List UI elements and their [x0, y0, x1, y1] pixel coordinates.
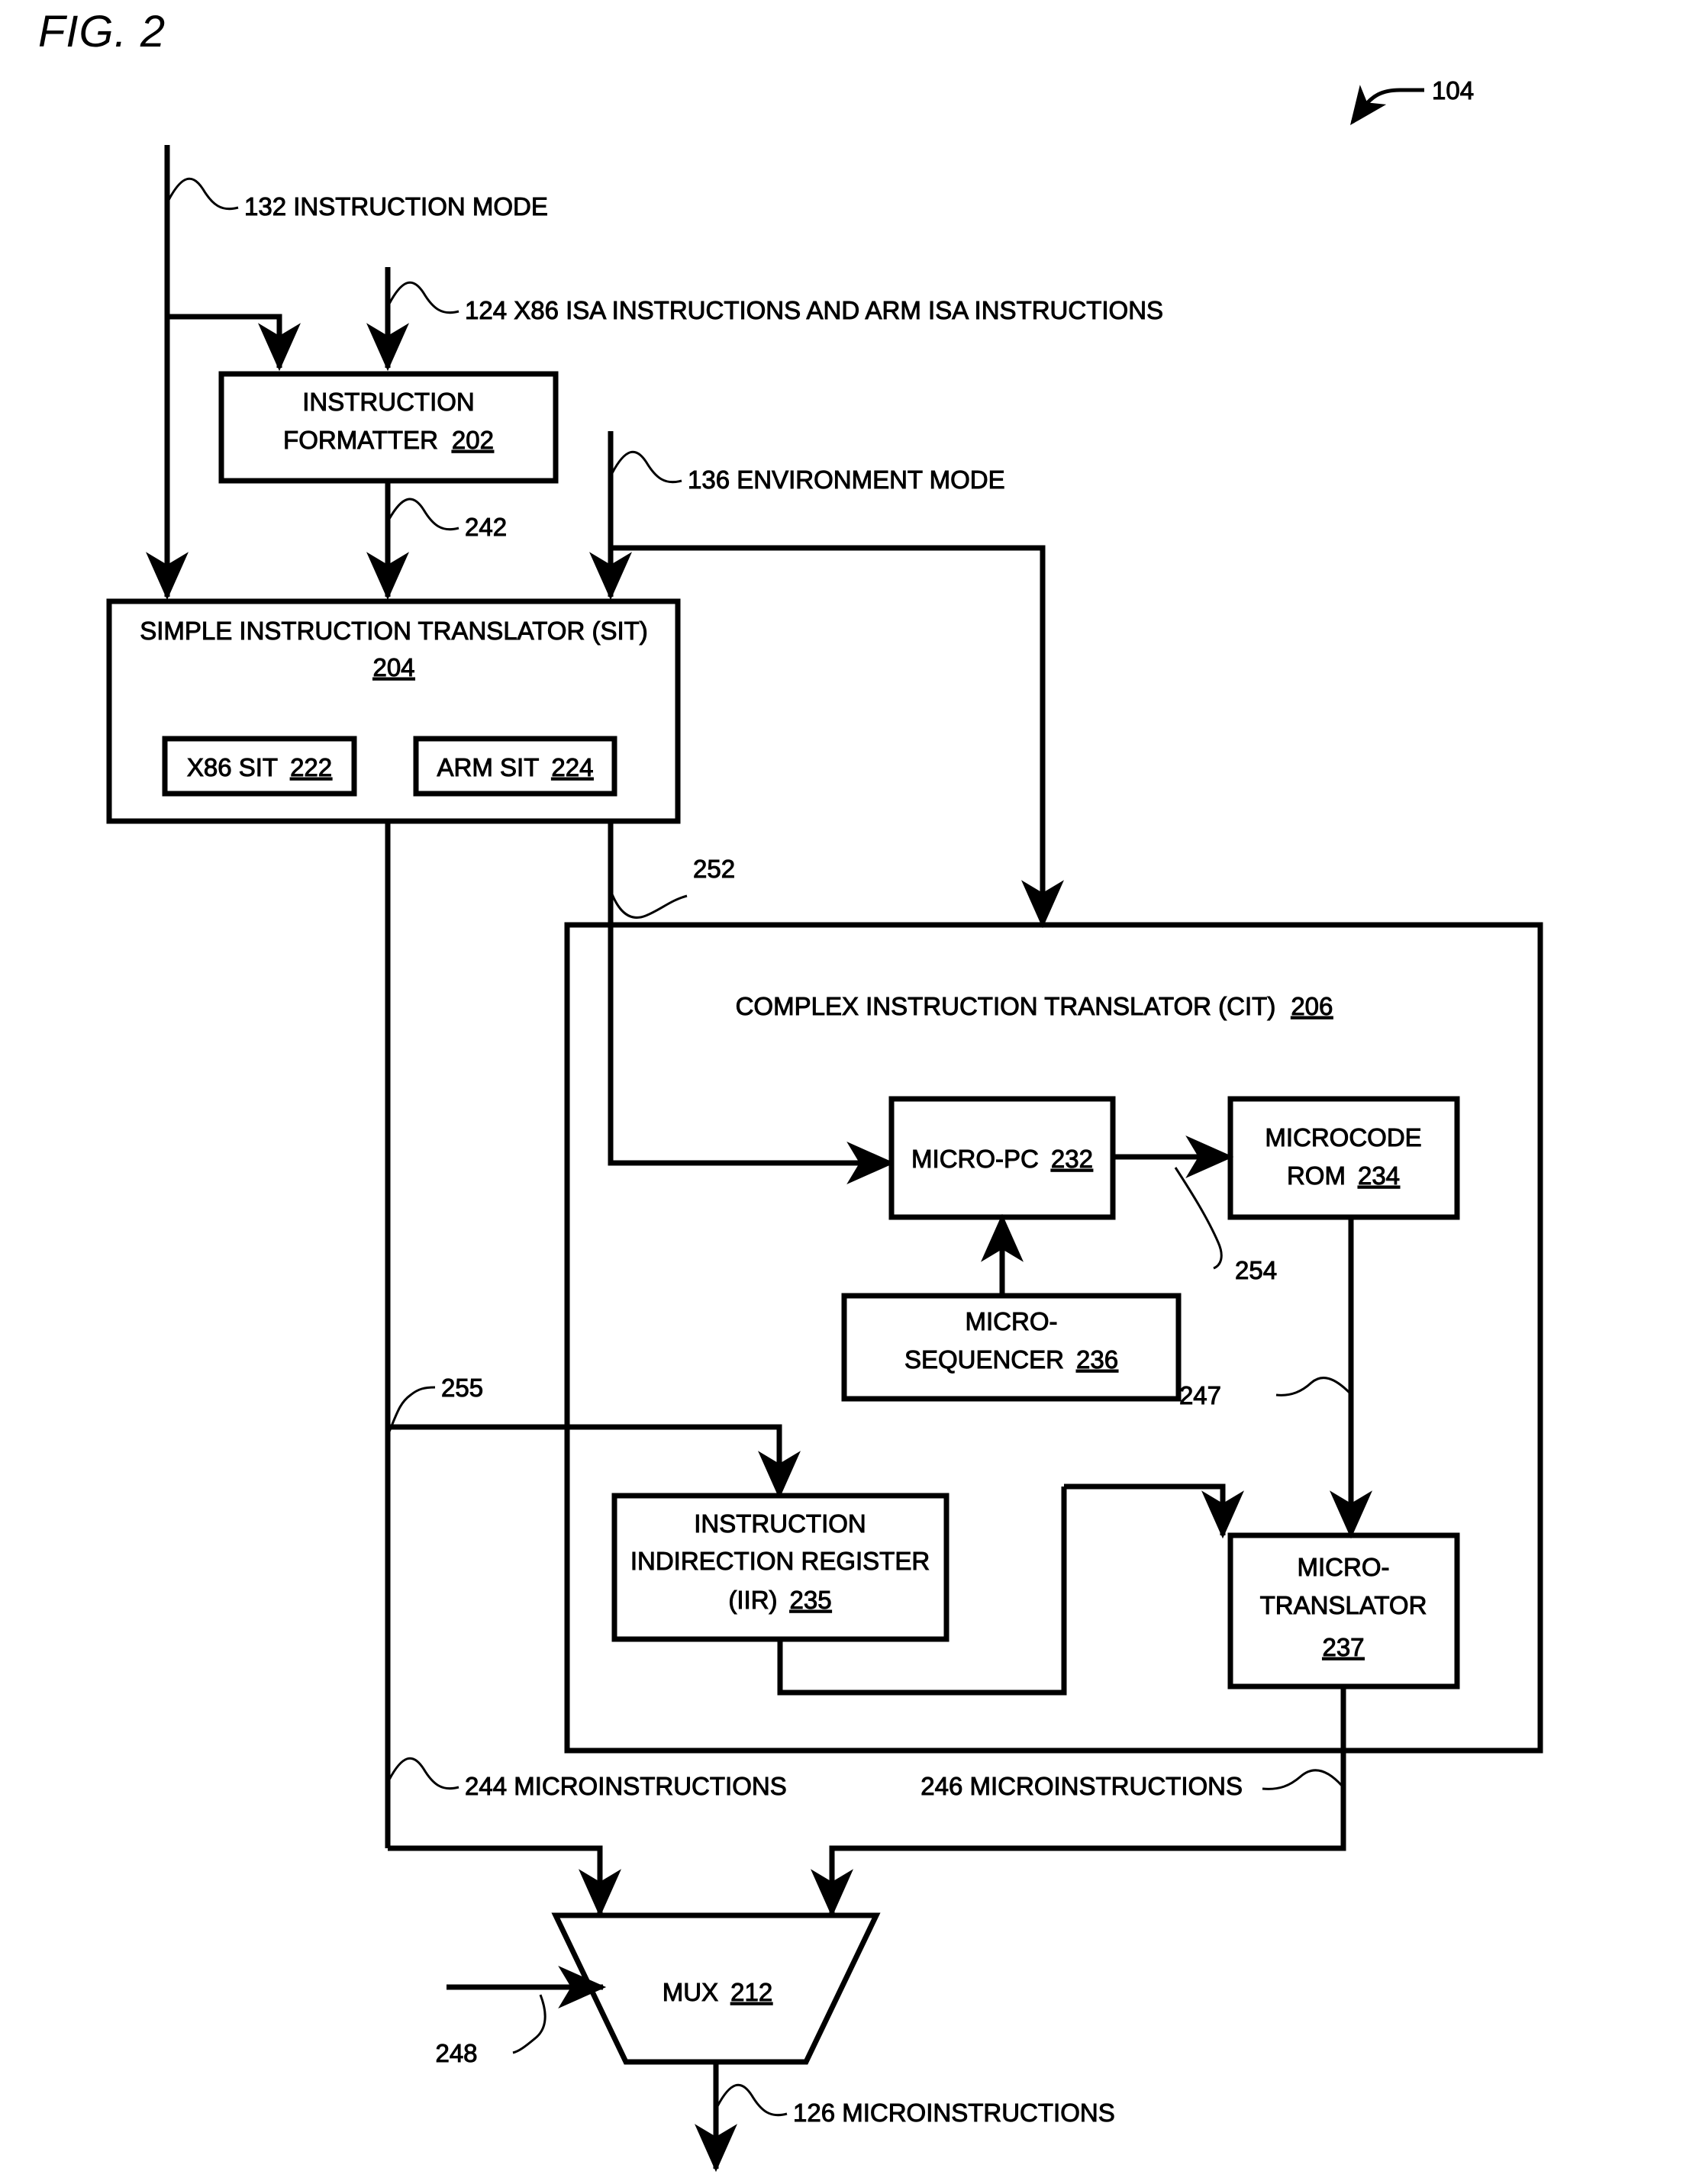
arm-sit-label: ARM SIT 224 — [437, 753, 594, 781]
signal-248: 248 — [435, 1966, 607, 2068]
microcode-rom-line1: MICROCODE — [1265, 1123, 1421, 1152]
iir-line2: INDIRECTION REGISTER — [630, 1547, 930, 1575]
block-micro-pc[interactable]: MICRO-PC 232 — [888, 1096, 1116, 1220]
instruction-formatter-line2: FORMATTER 202 — [283, 426, 494, 454]
cit-title: COMPLEX INSTRUCTION TRANSLATOR (CIT) 206 — [736, 992, 1333, 1020]
patent-figure-2: 104 132 INSTRUCTION MODE 124 X86 ISA INS… — [106, 76, 1543, 2173]
micro-translator-line1: MICRO- — [1298, 1553, 1390, 1581]
instruction-formatter-line1: INSTRUCTION — [302, 388, 475, 416]
isa-instructions-signal: 124 X86 ISA INSTRUCTIONS AND ARM ISA INS… — [366, 267, 1164, 372]
microcode-rom-line2: ROM 234 — [1287, 1161, 1400, 1190]
signal-255-label: 255 — [441, 1374, 483, 1402]
block-x86-sit[interactable]: X86 SIT 222 — [162, 736, 357, 797]
micro-translator-ref: 237 — [1322, 1633, 1364, 1661]
block-instruction-indirection-register[interactable]: INSTRUCTION INDIRECTION REGISTER (IIR) 23… — [611, 1493, 950, 1642]
block-simple-instruction-translator[interactable]: SIMPLE INSTRUCTION TRANSLATOR (SIT) 204 … — [106, 598, 681, 824]
signal-255: 255 — [385, 821, 801, 1848]
signal-247-label: 247 — [1179, 1381, 1221, 1409]
signal-252-label: 252 — [693, 855, 735, 883]
x86-sit-label: X86 SIT 222 — [187, 753, 332, 781]
micro-sequencer-line1: MICRO- — [966, 1307, 1058, 1335]
signal-254-label: 254 — [1235, 1256, 1277, 1284]
block-micro-sequencer[interactable]: MICRO- SEQUENCER 236 — [841, 1293, 1182, 1402]
iir-line1: INSTRUCTION — [694, 1509, 866, 1538]
signal-246-label: 246 MICROINSTRUCTIONS — [920, 1772, 1243, 1800]
micro-sequencer-line2: SEQUENCER 236 — [904, 1345, 1118, 1374]
block-microcode-rom[interactable]: MICROCODE ROM 234 — [1227, 1096, 1460, 1220]
signal-244-label: 244 MICROINSTRUCTIONS — [465, 1772, 787, 1800]
environment-mode-label: 136 ENVIRONMENT MODE — [688, 465, 1005, 494]
mux-label: MUX 212 — [663, 1978, 772, 2006]
reference-104-text: 104 — [1432, 76, 1474, 105]
signal-244: 244 MICROINSTRUCTIONS — [388, 1757, 787, 1801]
path-244-to-mux — [388, 1845, 621, 1918]
signal-242: 242 — [366, 481, 508, 601]
instruction-mode-label: 132 INSTRUCTION MODE — [244, 192, 548, 221]
block-instruction-formatter[interactable]: INSTRUCTION FORMATTER 202 — [218, 371, 559, 484]
signal-126-label: 126 MICROINSTRUCTIONS — [793, 2099, 1115, 2127]
block-micro-translator[interactable]: MICRO- TRANSLATOR 237 — [1227, 1532, 1460, 1690]
reference-104-callout: 104 — [1350, 76, 1475, 126]
sit-title: SIMPLE INSTRUCTION TRANSLATOR (SIT) — [140, 617, 648, 645]
signal-248-label: 248 — [435, 2039, 477, 2067]
signal-126: 126 MICROINSTRUCTIONS — [695, 2062, 1115, 2173]
signal-242-label: 242 — [465, 513, 507, 541]
block-arm-sit[interactable]: ARM SIT 224 — [413, 736, 617, 797]
micro-translator-line2: TRANSLATOR — [1260, 1591, 1427, 1619]
isa-instructions-label: 124 X86 ISA INSTRUCTIONS AND ARM ISA INS… — [465, 296, 1163, 324]
micro-pc-label: MICRO-PC 232 — [911, 1145, 1093, 1173]
signal-246: 246 MICROINSTRUCTIONS — [811, 1686, 1346, 1918]
block-mux[interactable]: MUX 212 — [551, 1912, 881, 2065]
sit-ref: 204 — [372, 653, 414, 681]
